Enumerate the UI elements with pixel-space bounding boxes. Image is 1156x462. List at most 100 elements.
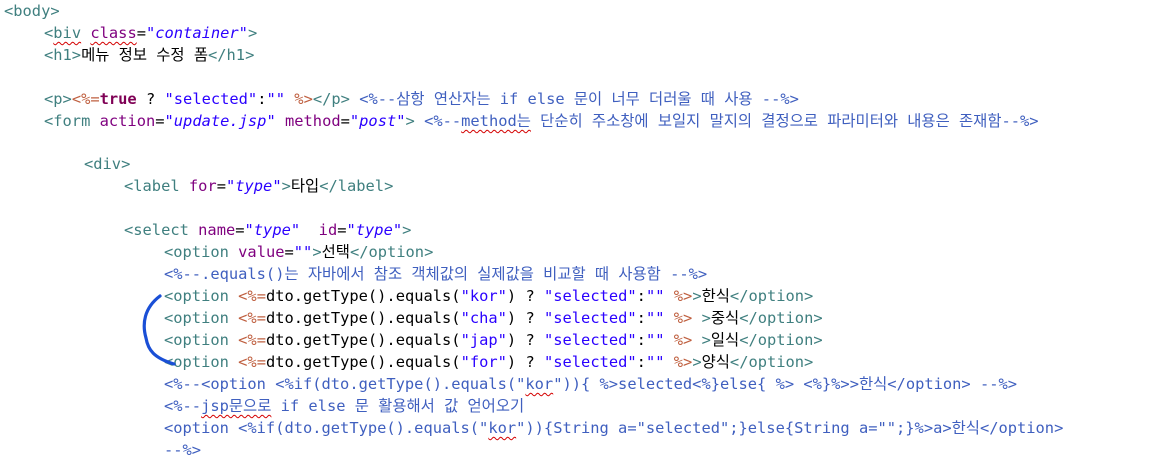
- code-token: </option>: [349, 243, 434, 261]
- code-token: 단순히 주소창에 보일지 말지의 결정으로 파라미터와 내용은 존재함--%>: [530, 112, 1039, 130]
- code-token: <%=: [238, 287, 266, 305]
- code-line[interactable]: <label for="type">타입</label>: [124, 175, 393, 197]
- code-token: 양식: [701, 353, 730, 371]
- code-token: dto.getType().equals(: [265, 287, 461, 305]
- code-line[interactable]: <body>: [4, 0, 60, 22]
- code-token: "": [266, 90, 286, 108]
- code-token: 일식: [710, 331, 740, 349]
- code-token: biv: [53, 24, 82, 42]
- code-token: "": [645, 287, 665, 305]
- code-token: ) ?: [506, 331, 544, 349]
- code-token: "selected": [543, 287, 637, 305]
- code-line[interactable]: <p><%=true ? "selected":"" %></p> <%--삼항…: [44, 88, 799, 110]
- code-token: <%=: [238, 353, 266, 371]
- code-token: <%--: [424, 112, 462, 130]
- code-token: <%=: [238, 331, 266, 349]
- code-token: "type": [346, 221, 403, 239]
- code-token: "container": [146, 24, 248, 42]
- code-token: <%=: [71, 90, 100, 108]
- code-token: >: [247, 24, 258, 42]
- code-token: name: [198, 221, 236, 239]
- code-line[interactable]: <option <%if(dto.getType().equals("kor")…: [164, 417, 1063, 439]
- code-token: 메뉴 정보 수정 폼: [81, 46, 208, 64]
- code-token: "kor": [460, 287, 507, 305]
- code-line[interactable]: <h1>메뉴 정보 수정 폼</h1>: [44, 44, 254, 66]
- code-line[interactable]: <option <%=dto.getType().equals("kor") ?…: [164, 285, 813, 307]
- code-token: =: [235, 221, 245, 239]
- code-token: %>: [673, 309, 693, 327]
- code-token: "update.jsp": [164, 112, 276, 130]
- code-token: ")){ %>selected<%}else{ %> <%}%>>한식</opt…: [553, 375, 1018, 393]
- code-editor[interactable]: <body> <biv class="container"> <h1>메뉴 정보 수…: [0, 0, 1156, 462]
- code-token: id: [318, 221, 338, 239]
- code-line[interactable]: <option <%=dto.getType().equals("cha") ?…: [164, 307, 823, 329]
- code-token: ?: [136, 90, 165, 108]
- code-token: </option>: [729, 287, 814, 305]
- code-token: </label>: [319, 177, 394, 195]
- code-line[interactable]: <%--<option <%if(dto.getType().equals("k…: [164, 373, 1017, 395]
- code-token: "cha": [460, 309, 507, 327]
- code-line[interactable]: <div>: [84, 153, 130, 175]
- code-token: %>: [673, 353, 693, 371]
- code-token: dto.getType().equals(: [265, 309, 461, 327]
- code-line[interactable]: <form action="update.jsp" method="post">…: [44, 110, 1039, 132]
- code-token: jsp문으로: [201, 397, 272, 415]
- code-token: "selected": [543, 331, 637, 349]
- code-line[interactable]: <biv class="container">: [44, 22, 257, 44]
- code-token: method: [285, 112, 341, 130]
- code-token: "selected": [164, 90, 258, 108]
- code-token: <body>: [4, 2, 60, 20]
- code-token: "": [293, 243, 313, 261]
- code-token: </option>: [729, 353, 814, 371]
- code-token: %>: [294, 90, 313, 108]
- code-token: :: [636, 353, 646, 371]
- code-token: "post": [349, 112, 406, 130]
- code-token: "selected": [543, 353, 637, 371]
- code-line[interactable]: <%--.equals()는 자바에서 참조 객체값의 실제값을 비교할 때 사…: [164, 263, 707, 285]
- code-token: =: [216, 177, 226, 195]
- code-token: kor: [488, 419, 517, 437]
- code-token: 타입: [290, 177, 320, 195]
- code-token: action: [99, 112, 156, 130]
- code-token: <select: [124, 221, 189, 239]
- code-line[interactable]: <option <%=dto.getType().equals("for") ?…: [164, 351, 813, 373]
- handwritten-bracket-annotation: [142, 294, 176, 366]
- code-line[interactable]: <%--jsp문으로 if else 문 활용해서 값 얻어오기: [164, 395, 524, 417]
- code-token: <%=: [238, 309, 266, 327]
- code-token: :: [636, 309, 646, 327]
- code-token: for: [188, 177, 217, 195]
- code-token: <%--.equals()는 자바에서 참조 객체값의 실제값을 비교할 때 사…: [164, 265, 708, 283]
- code-token: <option <%if(dto.getType().equals(": [164, 419, 489, 437]
- code-line[interactable]: <option <%=dto.getType().equals("jap") ?…: [164, 329, 823, 351]
- code-line[interactable]: <select name="type" id="type">: [124, 219, 411, 241]
- code-token: 한식: [701, 287, 730, 305]
- code-line[interactable]: <option value="">선택</option>: [164, 241, 433, 263]
- code-token: --%>: [164, 441, 202, 459]
- code-token: "": [645, 309, 665, 327]
- code-token: "type": [244, 221, 301, 239]
- code-token: >: [692, 287, 702, 305]
- code-line[interactable]: --%>: [164, 439, 201, 461]
- code-token: </p>: [312, 90, 350, 108]
- code-token: <p>: [44, 90, 72, 108]
- code-token: ) ?: [506, 287, 544, 305]
- code-token: <%--: [164, 397, 202, 415]
- code-token: class: [90, 24, 137, 42]
- code-token: kor: [525, 375, 554, 393]
- code-token: <%--<option <%if(dto.getType().equals(": [164, 375, 526, 393]
- code-token: <form: [44, 112, 91, 130]
- code-token: <: [44, 24, 54, 42]
